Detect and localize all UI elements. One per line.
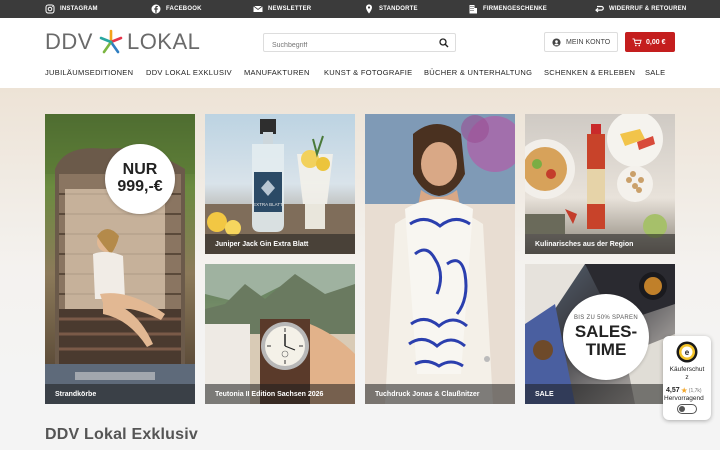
tile-caption: Teutonia II Edition Sachsen 2026 <box>205 384 355 404</box>
cart-total: 0,00 € <box>646 38 666 46</box>
food-image <box>525 114 667 238</box>
topbar-link-newsletter[interactable]: NEWSLETTER <box>253 0 311 18</box>
badge-text-nur: NUR <box>122 161 158 178</box>
logo-text-ddv: DDV <box>45 29 93 54</box>
search-box <box>263 33 456 54</box>
tile-caption: Strandkörbe <box>45 384 195 404</box>
nav-item-kunst-fotografie[interactable]: KUNST & FOTOGRAFIE <box>324 68 412 77</box>
scarf-model-image <box>365 114 515 404</box>
trust-toggle[interactable] <box>677 404 697 414</box>
topbar-label: WIDERRUF & RETOUREN <box>609 6 687 12</box>
trust-title: Käuferschut <box>669 366 705 373</box>
topbar-link-facebook[interactable]: FACEBOOK <box>151 0 202 18</box>
topbar-link-widerruf[interactable]: WIDERRUF & RETOUREN <box>594 0 686 18</box>
nav-item-ddv-lokal-exklusiv[interactable]: DDV LOKAL EXKLUSIV <box>146 68 232 77</box>
tile-caption: Tuchdruck Jonas & Claußnitzer <box>365 384 515 404</box>
logo-star-icon <box>99 29 123 54</box>
building-icon <box>468 4 478 14</box>
tile-tuchdruck[interactable]: Tuchdruck Jonas & Claußnitzer <box>365 114 515 404</box>
topbar-label: INSTAGRAM <box>60 6 98 12</box>
trust-verdict: Hervorragend <box>664 395 704 402</box>
tile-caption: Kulinarisches aus der Region <box>525 234 675 254</box>
site-logo[interactable]: DDV LOKAL <box>45 28 200 56</box>
tile-sale[interactable]: BIS ZU 50% SPAREN SALES- TIME SALE <box>525 264 675 404</box>
topbar-label: STANDORTE <box>379 6 418 12</box>
trust-badge-widget[interactable]: e Käuferschut z 4,57 ★ (1,7k) Hervorrage… <box>663 336 711 420</box>
sale-badge-line1: SALES- <box>574 322 638 341</box>
trust-rating: 4,57 <box>666 387 680 394</box>
bottle-label: EXTRA BLATT <box>253 202 283 207</box>
cart-button[interactable]: 0,00 € <box>625 32 675 52</box>
account-label: MEIN KONTO <box>566 38 611 46</box>
account-button[interactable]: MEIN KONTO <box>544 32 618 52</box>
facebook-icon <box>151 4 161 14</box>
search-input[interactable] <box>264 37 434 54</box>
tile-watch[interactable]: Teutonia II Edition Sachsen 2026 <box>205 264 355 404</box>
nav-item-sale[interactable]: SALE <box>645 68 665 77</box>
site-header: DDV LOKAL MEIN KONTO 0,00 € JUBILÄUMSEDI… <box>0 18 720 88</box>
logo-text-lokal: LOKAL <box>126 29 201 54</box>
tile-strandkoerbe[interactable]: NUR 999,-€ Strandkörbe <box>45 114 195 404</box>
mail-icon <box>253 4 263 14</box>
topbar-label: NEWSLETTER <box>268 6 312 12</box>
main-nav: JUBILÄUMSEDITIONEN DDV LOKAL EXKLUSIV MA… <box>45 68 685 80</box>
toggle-knob <box>679 406 685 412</box>
nav-item-schenken-erleben[interactable]: SCHENKEN & ERLEBEN <box>544 68 635 77</box>
nav-item-jubilaeumseditionen[interactable]: JUBILÄUMSEDITIONEN <box>45 68 133 77</box>
topbar-label: FIRMENGESCHENKE <box>483 6 548 12</box>
topbar-link-instagram[interactable]: INSTAGRAM <box>45 0 98 18</box>
badge-price: 999,-€ <box>117 178 163 195</box>
tile-caption: SALE <box>525 384 675 404</box>
search-icon[interactable] <box>439 38 449 48</box>
trust-title-wrap: z <box>685 374 689 381</box>
return-arrow-icon <box>594 4 604 14</box>
topbar-link-standorte[interactable]: STANDORTE <box>364 0 418 18</box>
topbar-link-firmengeschenke[interactable]: FIRMENGESCHENKE <box>468 0 547 18</box>
instagram-icon <box>45 4 55 14</box>
nav-item-buecher-unterhaltung[interactable]: BÜCHER & UNTERHALTUNG <box>424 68 532 77</box>
sale-badge: BIS ZU 50% SPAREN SALES- TIME <box>563 294 649 380</box>
cart-icon <box>632 37 642 46</box>
sale-badge-line2: TIME <box>585 340 627 359</box>
tile-gin[interactable]: EXTRA BLATT Juniper Jack Gin Extra Blatt <box>205 114 355 254</box>
watch-image <box>205 264 355 404</box>
user-icon <box>552 37 561 47</box>
nav-item-manufakturen[interactable]: MANUFAKTUREN <box>244 68 310 77</box>
price-badge: NUR 999,-€ <box>105 144 175 214</box>
tile-caption: Juniper Jack Gin Extra Blatt <box>205 234 355 254</box>
section-title: DDV Lokal Exklusiv <box>45 426 198 443</box>
trust-seal-icon: e <box>676 341 698 363</box>
tile-kulinarisches[interactable]: Kulinarisches aus der Region <box>525 114 675 254</box>
gin-image: EXTRA BLATT <box>205 119 355 254</box>
topbar-label: FACEBOOK <box>166 6 202 12</box>
trust-seal-letter: e <box>685 348 690 357</box>
trust-review-count: (1,7k) <box>688 387 702 394</box>
sale-badge-subtitle: BIS ZU 50% SPAREN <box>573 315 638 321</box>
location-pin-icon <box>364 4 374 14</box>
top-bar: INSTAGRAM FACEBOOK NEWSLETTER STANDORTE … <box>0 0 720 18</box>
star-icon: ★ <box>680 386 688 395</box>
